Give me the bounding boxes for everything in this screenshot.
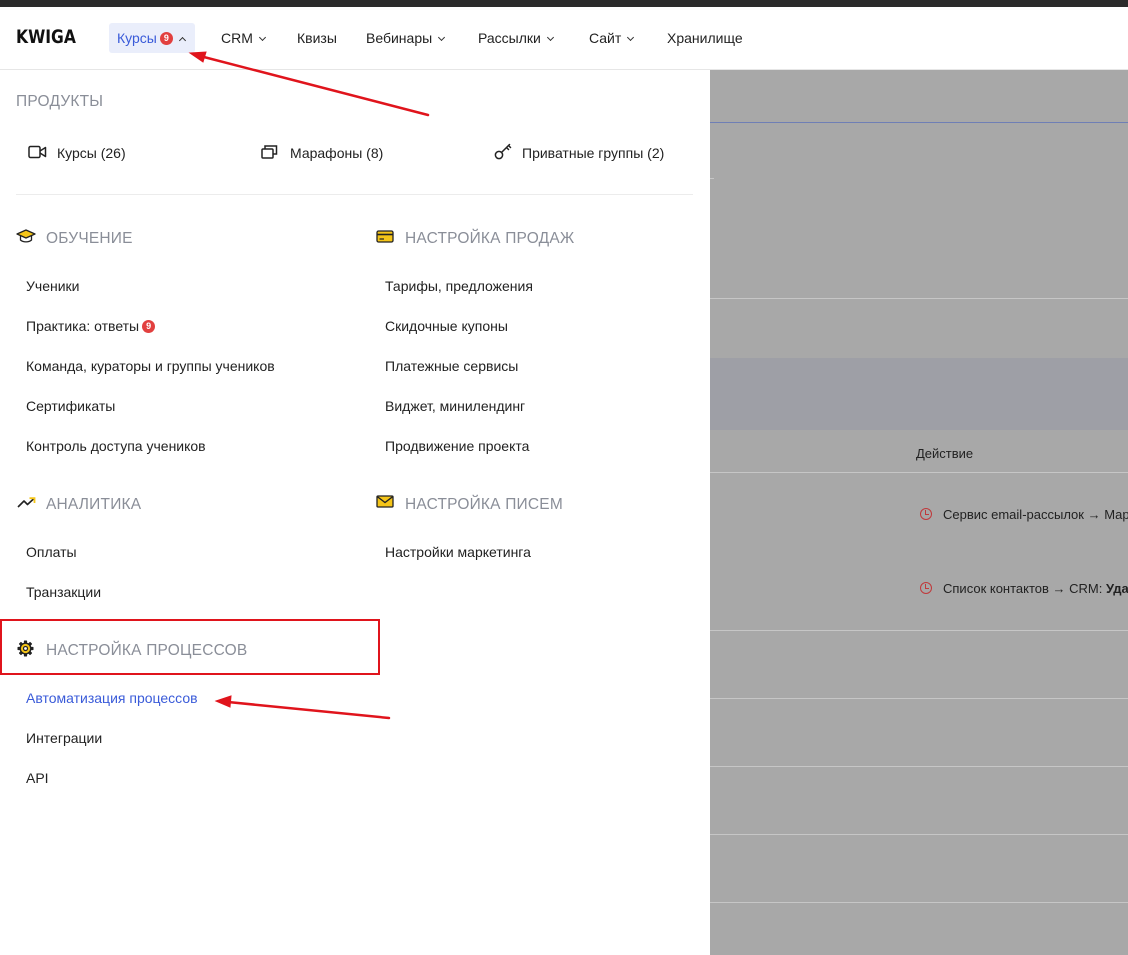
chevron-down-icon (627, 33, 635, 42)
analytics-section-title: АНАЛИТИКА (46, 496, 142, 513)
menu-item-api[interactable]: API (26, 770, 49, 786)
stacked-cards-icon (261, 145, 278, 159)
divider (710, 178, 714, 179)
product-marathons-link[interactable]: Марафоны (8) (290, 145, 383, 161)
nav-mailings-label: Рассылки (478, 30, 541, 46)
dimmed-page-content: Действие Сервис email-рассылок → Мар Спи… (710, 70, 1128, 955)
envelope-icon (376, 495, 394, 508)
key-icon (494, 143, 512, 160)
menu-item-marketing-settings[interactable]: Настройки маркетинга (385, 544, 531, 560)
menu-item-coupons[interactable]: Скидочные купоны (385, 318, 508, 334)
menu-item-tariffs[interactable]: Тарифы, предложения (385, 278, 533, 294)
graduation-cap-icon (16, 229, 36, 243)
nav-site-label: Сайт (589, 30, 622, 46)
divider (710, 698, 1128, 699)
nav-quizzes[interactable]: Квизы (297, 23, 337, 53)
nav-courses[interactable]: Курсы 9 (109, 23, 195, 53)
menu-item-process-automation[interactable]: Автоматизация процессов (26, 690, 198, 706)
menu-item-promotion[interactable]: Продвижение проекта (385, 438, 529, 454)
nav-courses-label: Курсы (117, 30, 157, 46)
chevron-down-icon (438, 33, 446, 42)
table-row[interactable]: Список контактов → CRM: Уда (943, 581, 1128, 596)
divider (16, 194, 693, 195)
column-header-action: Действие (916, 446, 974, 461)
logo[interactable]: KWIGA (16, 26, 76, 48)
menu-item-practice-answers[interactable]: Практика: ответы 9 (26, 318, 156, 334)
nav-webinars-label: Вебинары (366, 30, 433, 46)
nav-quizzes-label: Квизы (297, 30, 337, 46)
divider (710, 630, 1128, 631)
menu-item-label: Практика: ответы (26, 318, 140, 334)
nav-courses-badge: 9 (159, 31, 173, 45)
nav-crm[interactable]: CRM (221, 23, 266, 53)
notification-badge: 9 (142, 319, 156, 333)
menu-item-integrations[interactable]: Интеграции (26, 730, 102, 746)
menu-item-access-control[interactable]: Контроль доступа учеников (26, 438, 206, 454)
learning-section-title: ОБУЧЕНИЕ (46, 230, 133, 247)
divider (710, 902, 1128, 903)
credit-card-icon (376, 230, 394, 243)
window-top-strip (0, 0, 1128, 7)
courses-dropdown-menu: ПРОДУКТЫ Курсы (26) Марафоны (8) Приватн… (0, 70, 710, 955)
row-text: Список контактов → CRM: (943, 581, 1106, 596)
clock-icon (920, 508, 932, 520)
products-title: ПРОДУКТЫ (16, 93, 104, 110)
table-row[interactable]: Сервис email-рассылок → Мар (943, 507, 1128, 522)
nav-storage-label: Хранилище (667, 30, 743, 46)
divider (710, 766, 1128, 767)
divider (710, 472, 1128, 473)
table-band (710, 358, 1128, 430)
nav-storage[interactable]: Хранилище (667, 23, 743, 53)
nav-webinars[interactable]: Вебинары (366, 23, 446, 53)
chevron-down-icon (258, 33, 266, 42)
top-navigation: KWIGA Курсы 9 CRM Квизы Вебинары Рассылки… (0, 7, 1128, 70)
menu-item-transactions[interactable]: Транзакции (26, 584, 101, 600)
divider (710, 298, 1128, 299)
menu-item-team-curators[interactable]: Команда, кураторы и группы учеников (26, 358, 275, 374)
nav-mailings[interactable]: Рассылки (478, 23, 554, 53)
video-camera-icon (28, 145, 47, 159)
row-bold-text: Уда (1105, 581, 1128, 596)
trend-up-icon (17, 497, 36, 508)
product-courses-link[interactable]: Курсы (26) (57, 145, 126, 161)
menu-item-students[interactable]: Ученики (26, 278, 79, 294)
menu-item-payments[interactable]: Оплаты (26, 544, 77, 560)
menu-item-payment-services[interactable]: Платежные сервисы (385, 358, 518, 374)
menu-item-certificates[interactable]: Сертификаты (26, 398, 115, 414)
nav-crm-label: CRM (221, 30, 253, 46)
clock-icon (920, 582, 932, 594)
product-private-groups-link[interactable]: Приватные группы (2) (522, 145, 664, 161)
menu-item-widget[interactable]: Виджет, минилендинг (385, 398, 525, 414)
chevron-down-icon (546, 33, 554, 42)
divider (710, 834, 1128, 835)
annotation-highlight-box (0, 619, 380, 675)
sales-section-title: НАСТРОЙКА ПРОДАЖ (405, 230, 575, 247)
letters-section-title: НАСТРОЙКА ПИСЕМ (405, 496, 563, 513)
chevron-up-icon (178, 36, 186, 45)
divider (710, 122, 1128, 123)
nav-site[interactable]: Сайт (589, 23, 635, 53)
